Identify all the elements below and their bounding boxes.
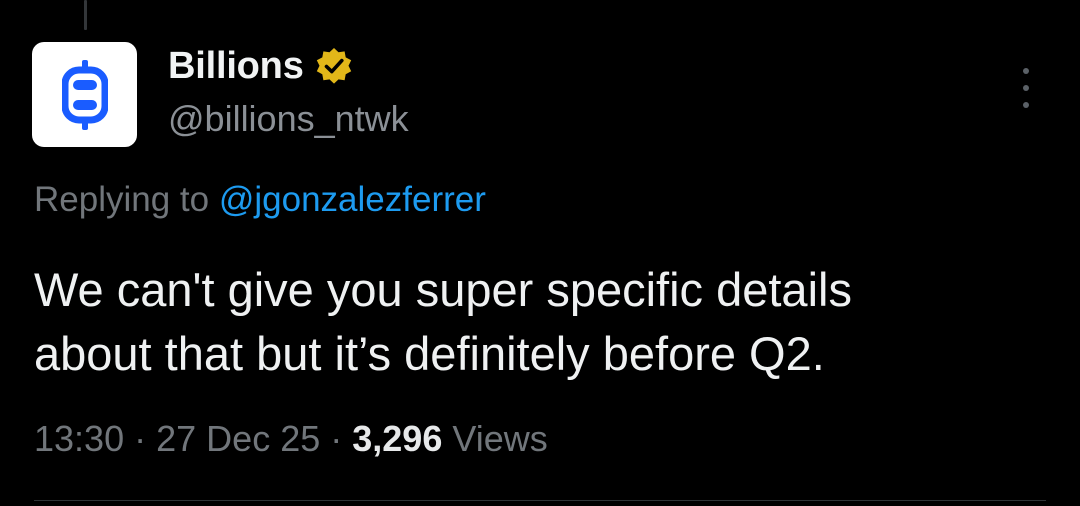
- thread-connector-line: [84, 0, 87, 30]
- tweet-text-line: We can't give you super specific details: [34, 263, 852, 316]
- replying-to-row: Replying to @jgonzalezferrer: [34, 180, 486, 220]
- views-count: 3,296: [352, 418, 443, 459]
- tweet-text: We can't give you super specific details…: [34, 258, 1054, 386]
- more-dot: [1023, 102, 1029, 108]
- avatar[interactable]: [32, 42, 137, 147]
- views-label: Views: [452, 418, 548, 459]
- author-display-name[interactable]: Billions: [168, 45, 304, 88]
- more-dot: [1023, 68, 1029, 74]
- divider: [34, 500, 1046, 501]
- more-dot: [1023, 85, 1029, 91]
- meta-separator: ·: [330, 418, 343, 459]
- reply-to-handle-link[interactable]: @jgonzalezferrer: [219, 180, 486, 219]
- more-options-icon[interactable]: [1016, 68, 1036, 108]
- tweet-date[interactable]: 27 Dec 25: [156, 418, 320, 459]
- tweet-text-line: about that but it’s definitely before Q2…: [34, 327, 825, 380]
- tweet-time[interactable]: 13:30: [34, 418, 124, 459]
- author-name-row: Billions: [168, 40, 354, 92]
- billions-logo-icon: [61, 59, 108, 130]
- replying-to-label: Replying to: [34, 180, 210, 219]
- verified-badge-icon[interactable]: [314, 46, 354, 86]
- tweet-meta-row: 13:30 · 27 Dec 25 · 3,296 Views: [34, 418, 548, 460]
- author-handle[interactable]: @billions_ntwk: [168, 98, 409, 140]
- meta-separator: ·: [134, 418, 147, 459]
